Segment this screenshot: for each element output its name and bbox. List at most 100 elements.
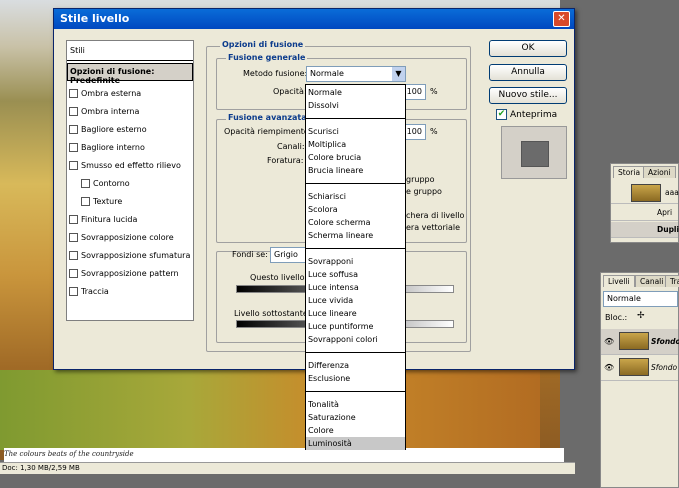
knockout-label: Foratura: — [267, 156, 304, 165]
style-checkbox[interactable] — [69, 161, 78, 170]
style-checkbox[interactable] — [81, 179, 90, 188]
style-item[interactable]: Sovrapposizione pattern — [67, 265, 193, 283]
styles-selected-item[interactable]: Opzioni di fusione: Predefinite — [67, 63, 193, 85]
blend-if-select[interactable]: Grigio — [270, 247, 306, 263]
dropdown-separator — [306, 118, 405, 119]
history-item[interactable]: Dupli — [611, 222, 679, 238]
style-item[interactable]: Contorno — [67, 175, 193, 193]
preview-swatch — [521, 141, 549, 167]
style-item[interactable]: Smusso ed effetto rilievo — [67, 157, 193, 175]
dropdown-option[interactable]: Tonalità — [306, 398, 405, 411]
styles-header[interactable]: Stili — [67, 41, 193, 61]
dropdown-option[interactable]: Scolora — [306, 203, 405, 216]
tab-storia[interactable]: Storia — [613, 166, 646, 178]
history-item-label: Apri — [657, 208, 673, 217]
style-checkbox[interactable] — [69, 125, 78, 134]
style-checkbox[interactable] — [69, 233, 78, 242]
dropdown-option[interactable]: Luminosità — [306, 437, 405, 450]
style-item[interactable]: Ombra interna — [67, 103, 193, 121]
style-checkbox[interactable] — [69, 287, 78, 296]
status-bar: Doc: 1,30 MB/2,59 MB — [0, 462, 575, 474]
style-checkbox[interactable] — [69, 89, 78, 98]
dropdown-option[interactable]: Normale — [306, 86, 405, 99]
style-item-label: Contorno — [93, 179, 130, 188]
history-item-label: Dupli — [657, 225, 679, 234]
style-checkbox[interactable] — [69, 107, 78, 116]
style-item[interactable]: Texture — [67, 193, 193, 211]
history-snapshot[interactable]: aaa.jp — [611, 182, 679, 204]
chevron-down-icon[interactable]: ▼ — [392, 67, 405, 81]
style-item-label: Ombra esterna — [81, 89, 142, 98]
style-item[interactable]: Sovrapposizione colore — [67, 229, 193, 247]
eye-icon[interactable]: 👁 — [604, 363, 614, 372]
preview-label: Anteprima — [510, 110, 558, 120]
dropdown-option[interactable]: Luce puntiforme — [306, 320, 405, 333]
dropdown-option[interactable]: Scurisci — [306, 125, 405, 138]
option-text: chera di livello — [406, 211, 465, 220]
close-icon[interactable]: ✕ — [553, 11, 570, 27]
dropdown-separator — [306, 352, 405, 353]
new-style-button[interactable]: Nuovo stile... — [489, 87, 567, 104]
style-item[interactable]: Ombra esterna — [67, 85, 193, 103]
cancel-button[interactable]: Annulla — [489, 64, 567, 81]
tab-livelli[interactable]: Livelli — [603, 275, 635, 287]
dropdown-option[interactable]: Colore brucia — [306, 151, 405, 164]
tab-azioni[interactable]: Azioni — [643, 166, 676, 178]
style-item[interactable]: Bagliore esterno — [67, 121, 193, 139]
style-item[interactable]: Bagliore interno — [67, 139, 193, 157]
blend-mode-dropdown: Normale Dissolvi Scurisci Moltiplica Colore … — [305, 84, 406, 450]
field-area — [0, 370, 540, 450]
style-item-label: Bagliore esterno — [81, 125, 147, 134]
ok-button[interactable]: OK — [489, 40, 567, 57]
style-item[interactable]: Sovrapposizione sfumatura — [67, 247, 193, 265]
style-checkbox[interactable] — [69, 215, 78, 224]
style-checkbox[interactable] — [69, 269, 78, 278]
layer-blend-mode-select[interactable]: Normale — [603, 291, 678, 307]
style-checkbox[interactable] — [69, 251, 78, 260]
history-item[interactable]: Apri — [611, 205, 678, 221]
style-checkbox[interactable] — [69, 143, 78, 152]
dropdown-option[interactable]: Colore scherma — [306, 216, 405, 229]
dropdown-option[interactable]: Brucia lineare — [306, 164, 405, 177]
dropdown-option[interactable]: Sovrapponi — [306, 255, 405, 268]
lock-label: Bloc.: — [605, 313, 628, 322]
layer-name: Sfondo — [651, 363, 678, 372]
tab-tracciati[interactable]: Tracc — [665, 275, 679, 287]
opacity-label: Opacità: — [273, 87, 307, 96]
blend-method-value: Normale — [310, 69, 344, 78]
this-layer-label: Questo livello: — [250, 273, 308, 282]
dropdown-option[interactable]: Saturazione — [306, 411, 405, 424]
option-text: e gruppo — [406, 187, 442, 196]
blend-method-select[interactable]: Normale ▼ — [306, 66, 406, 82]
option-text: era vettoriale — [406, 223, 461, 232]
preview-checkbox[interactable]: ✔ — [496, 109, 507, 120]
style-item-label: Sovrapposizione colore — [81, 233, 174, 242]
dropdown-option[interactable]: Differenza — [306, 359, 405, 372]
dropdown-option[interactable]: Moltiplica — [306, 138, 405, 151]
dropdown-option[interactable]: Luce intensa — [306, 281, 405, 294]
fill-opacity-label: Opacità riempimento: — [224, 127, 312, 136]
style-checkbox[interactable] — [81, 197, 90, 206]
dropdown-option[interactable]: Esclusione — [306, 372, 405, 385]
layer-row[interactable]: 👁 Sfondo — [601, 329, 679, 355]
dropdown-option[interactable]: Schiarisci — [306, 190, 405, 203]
dropdown-option[interactable]: Sovrapponi colori — [306, 333, 405, 346]
style-item[interactable]: Finitura lucida — [67, 211, 193, 229]
dropdown-option[interactable]: Luce lineare — [306, 307, 405, 320]
move-icon[interactable]: ✢ — [637, 311, 645, 321]
dropdown-option[interactable]: Colore — [306, 424, 405, 437]
eye-icon[interactable]: 👁 — [604, 337, 614, 346]
history-panel: Storia Azioni aaa.jp Apri Dupli — [610, 163, 679, 243]
style-item-label: Sovrapposizione sfumatura — [81, 251, 191, 260]
layer-name: Sfondo — [651, 337, 679, 346]
layer-row[interactable]: 👁 Sfondo — [601, 355, 678, 381]
option-text: gruppo — [406, 175, 435, 184]
dropdown-option[interactable]: Luce soffusa — [306, 268, 405, 281]
dropdown-option[interactable]: Dissolvi — [306, 99, 405, 112]
tab-canali[interactable]: Canali — [635, 275, 669, 287]
dropdown-option[interactable]: Scherma lineare — [306, 229, 405, 242]
style-item-label: Bagliore interno — [81, 143, 145, 152]
style-item[interactable]: Traccia — [67, 283, 193, 301]
underlying-layer-label: Livello sottostante: — [234, 309, 311, 318]
dropdown-option[interactable]: Luce vivida — [306, 294, 405, 307]
